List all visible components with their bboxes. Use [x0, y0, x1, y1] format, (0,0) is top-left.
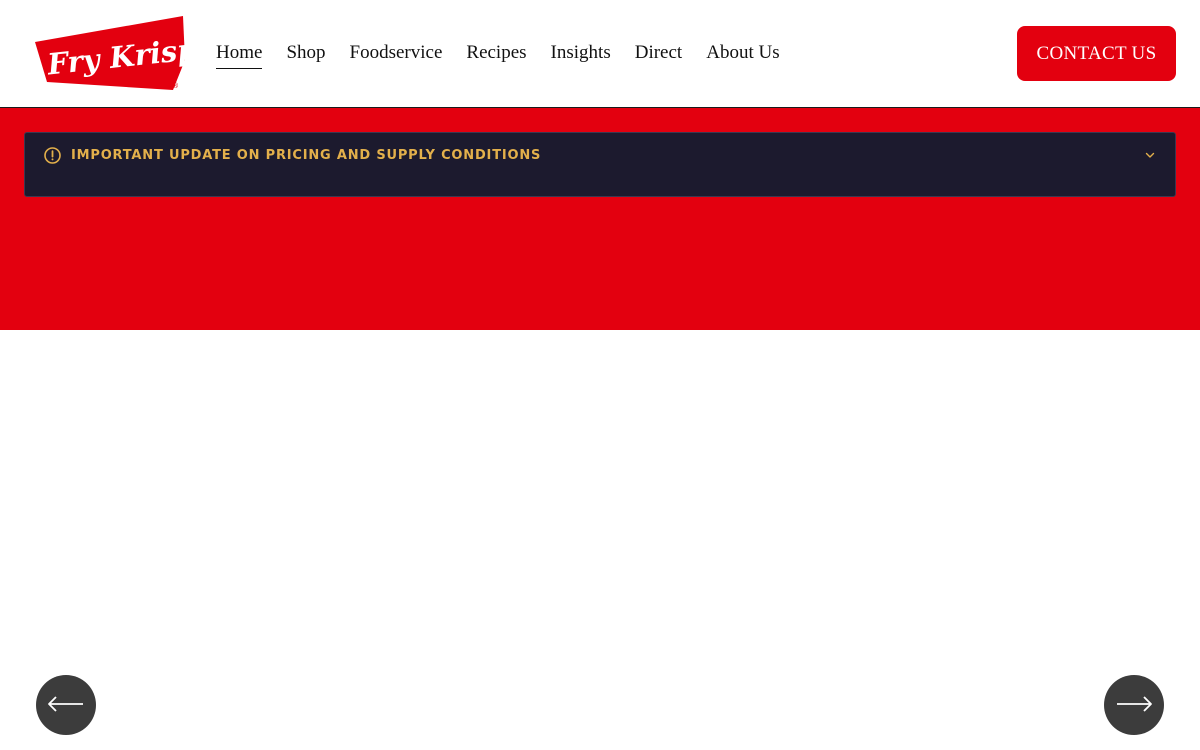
fry-krisp-logo-mark: Fry Krisp ®	[35, 16, 187, 90]
nav-item-shop[interactable]: Shop	[286, 40, 325, 69]
alert-circle-icon	[43, 146, 62, 165]
arrow-right-icon	[1115, 695, 1153, 715]
carousel-prev-button[interactable]	[36, 675, 96, 735]
alert-title: IMPORTANT UPDATE ON PRICING AND SUPPLY C…	[71, 148, 542, 163]
pricing-alert-accordion[interactable]: IMPORTANT UPDATE ON PRICING AND SUPPLY C…	[24, 132, 1176, 197]
registered-mark: ®	[172, 82, 179, 90]
brand-logo[interactable]: Fry Krisp ®	[33, 16, 187, 92]
arrow-left-icon	[47, 695, 85, 715]
nav-item-insights[interactable]: Insights	[551, 40, 611, 69]
nav-item-home[interactable]: Home	[216, 40, 263, 69]
nav-item-about-us[interactable]: About Us	[706, 40, 779, 69]
site-header: Fry Krisp ® Home Shop Foodservice Recipe…	[0, 0, 1200, 108]
carousel-next-button[interactable]	[1104, 675, 1164, 735]
nav-item-direct[interactable]: Direct	[635, 40, 682, 69]
nav-item-foodservice[interactable]: Foodservice	[350, 40, 443, 69]
hero-banner: IMPORTANT UPDATE ON PRICING AND SUPPLY C…	[0, 108, 1200, 330]
nav-item-recipes[interactable]: Recipes	[466, 40, 526, 69]
contact-us-button[interactable]: CONTACT US	[1017, 26, 1176, 81]
main-nav: Home Shop Foodservice Recipes Insights D…	[216, 40, 780, 69]
chevron-down-icon[interactable]	[1143, 148, 1157, 162]
